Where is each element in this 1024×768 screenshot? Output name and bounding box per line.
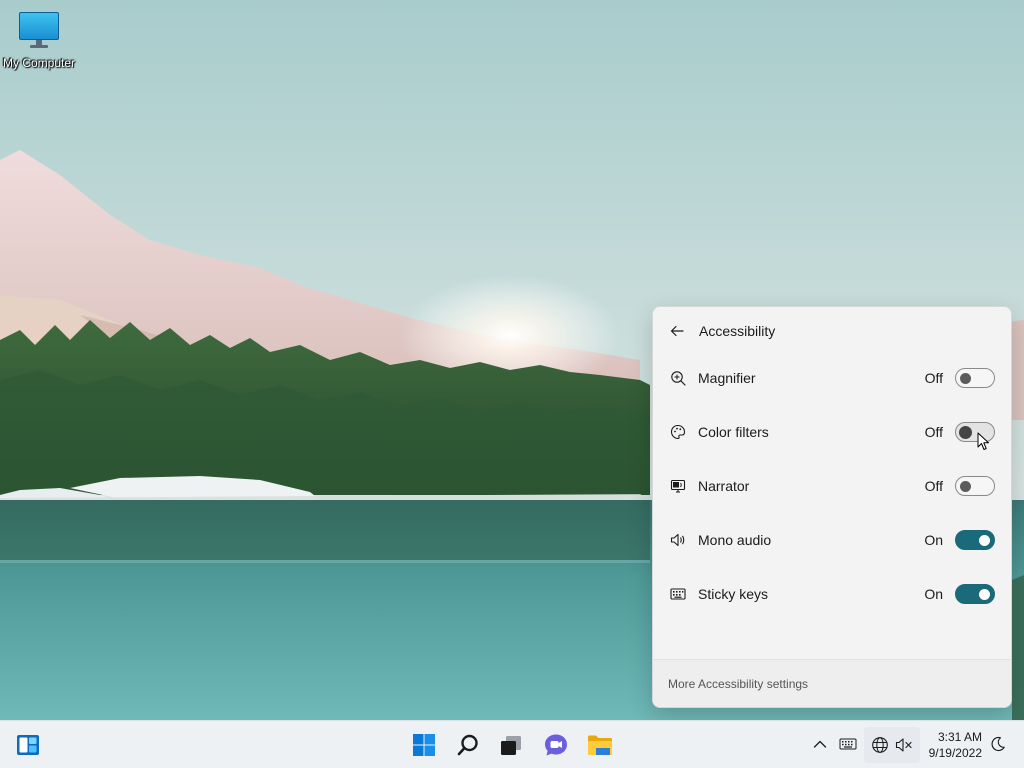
setting-state: Off — [924, 370, 943, 386]
setting-label: Magnifier — [698, 370, 756, 386]
widgets-icon — [17, 735, 39, 755]
chat-icon — [545, 734, 567, 756]
magnifier-toggle[interactable] — [955, 368, 995, 388]
more-accessibility-settings-link[interactable]: More Accessibility settings — [668, 677, 808, 691]
task-view-button[interactable] — [491, 725, 531, 765]
clock-date: 9/19/2022 — [928, 746, 982, 760]
chat-button[interactable] — [536, 725, 576, 765]
narrator-icon — [669, 477, 687, 495]
desktop-icon-my-computer[interactable]: My Computer — [2, 10, 76, 70]
sticky-keys-toggle[interactable] — [955, 584, 995, 604]
narrator-toggle[interactable] — [955, 476, 995, 496]
setting-state: Off — [924, 424, 943, 440]
keyboard-icon — [839, 738, 857, 750]
flyout-footer: More Accessibility settings — [653, 659, 1011, 707]
computer-icon — [17, 10, 61, 50]
file-explorer-button[interactable] — [580, 725, 620, 765]
magnifier-icon — [669, 369, 687, 387]
widgets-button[interactable] — [8, 725, 48, 765]
setting-label: Color filters — [698, 424, 769, 440]
search-icon — [457, 734, 478, 756]
setting-label: Narrator — [698, 478, 750, 494]
volume-muted-icon — [895, 738, 912, 752]
globe-icon — [872, 737, 888, 753]
start-button[interactable] — [404, 725, 444, 765]
setting-label: Sticky keys — [698, 586, 769, 602]
moon-icon — [991, 736, 1005, 752]
show-hidden-icons-button[interactable] — [809, 733, 831, 755]
back-arrow-icon — [670, 325, 684, 337]
setting-row-mono-audio: Mono audio On — [653, 513, 1011, 567]
touch-keyboard-button[interactable] — [837, 733, 859, 755]
setting-row-narrator: Narrator Off — [653, 459, 1011, 513]
clock-time: 3:31 AM — [937, 730, 982, 744]
search-button[interactable] — [448, 725, 488, 765]
start-icon — [413, 734, 435, 756]
chevron-up-icon — [813, 740, 827, 748]
setting-row-color-filters: Color filters Off — [653, 405, 1011, 459]
file-explorer-icon — [588, 735, 612, 755]
taskbar: 3:31 AM 9/19/2022 — [0, 720, 1024, 768]
mono-audio-toggle[interactable] — [955, 530, 995, 550]
sticky-keys-icon — [669, 585, 687, 603]
task-view-icon — [501, 736, 521, 755]
network-button[interactable] — [869, 734, 891, 756]
setting-label: Mono audio — [698, 532, 772, 548]
setting-row-magnifier: Magnifier Off — [653, 351, 1011, 405]
flyout-header: Accessibility — [653, 307, 1011, 355]
setting-state: Off — [924, 478, 943, 494]
accessibility-flyout: Accessibility Magnifier Off Color filter… — [652, 306, 1012, 708]
setting-state: On — [924, 532, 943, 548]
setting-row-sticky-keys: Sticky keys On — [653, 567, 1011, 621]
flyout-title: Accessibility — [699, 323, 776, 339]
color-filters-icon — [669, 423, 687, 441]
focus-assist-button[interactable] — [987, 733, 1009, 755]
clock-button[interactable]: 3:31 AM 9/19/2022 — [922, 727, 986, 763]
mono-audio-icon — [669, 531, 687, 549]
desktop-icon-label: My Computer — [2, 56, 76, 70]
volume-button[interactable] — [893, 734, 915, 756]
color-filters-toggle[interactable] — [955, 422, 995, 442]
back-button[interactable] — [667, 321, 687, 341]
setting-state: On — [924, 586, 943, 602]
quick-settings-button[interactable] — [864, 727, 920, 763]
